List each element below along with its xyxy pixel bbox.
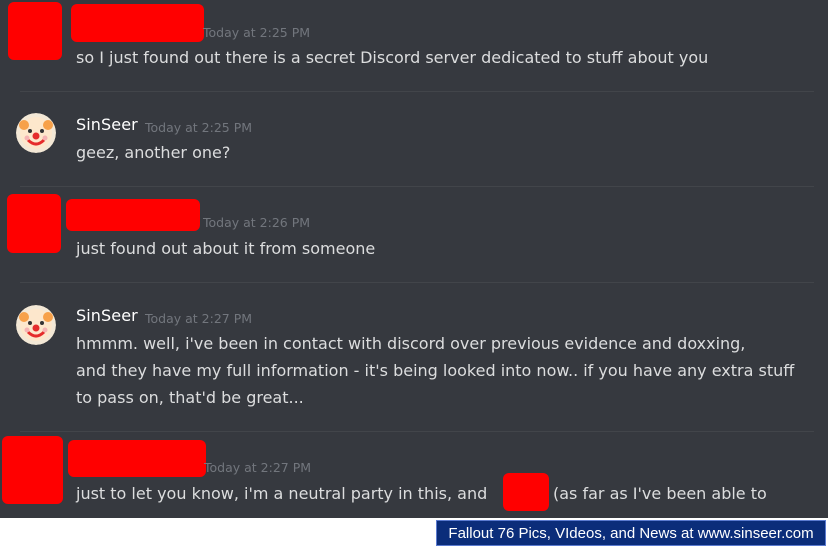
- redacted-username[interactable]: [68, 440, 206, 477]
- message-text: to pass on, that'd be great...: [76, 388, 304, 407]
- redacted-username[interactable]: [71, 4, 204, 42]
- avatar[interactable]: [16, 305, 56, 345]
- redacted-avatar[interactable]: [7, 194, 61, 253]
- message-text: just to let you know, i'm a neutral part…: [76, 484, 488, 503]
- author-name[interactable]: SinSeer: [76, 115, 138, 134]
- message-timestamp: Today at 2:25 PM: [145, 120, 253, 135]
- message: SinSeer Today at 2:27 PM hmmm. well, i'v…: [0, 283, 828, 431]
- message-text: (as far as I've been able to: [553, 484, 767, 503]
- redacted-username[interactable]: [66, 199, 200, 231]
- message: Today at 2:25 PM so I just found out the…: [0, 0, 828, 90]
- message-text: and they have my full information - it's…: [76, 361, 795, 380]
- message: SinSeer Today at 2:25 PM geez, another o…: [0, 92, 828, 186]
- clown-face-icon: [16, 113, 56, 153]
- chat-log: Today at 2:25 PM so I just found out the…: [0, 0, 828, 518]
- clown-face-icon: [16, 305, 56, 345]
- message-text: geez, another one?: [76, 143, 231, 162]
- message-timestamp: Today at 2:27 PM: [145, 311, 253, 326]
- message-timestamp: Today at 2:25 PM: [203, 25, 311, 40]
- message-timestamp: Today at 2:26 PM: [203, 215, 311, 230]
- redacted-name-inline: [503, 473, 549, 511]
- message-text: just found out about it from someone: [76, 239, 376, 258]
- avatar[interactable]: [16, 113, 56, 153]
- site-banner[interactable]: Fallout 76 Pics, VIdeos, and News at www…: [436, 520, 826, 546]
- message-text: hmmm. well, i've been in contact with di…: [76, 334, 746, 353]
- redacted-avatar[interactable]: [8, 2, 62, 60]
- redacted-avatar[interactable]: [2, 436, 63, 504]
- message-text: so I just found out there is a secret Di…: [76, 48, 709, 67]
- message: Today at 2:27 PM just to let you know, i…: [0, 432, 828, 518]
- author-name[interactable]: SinSeer: [76, 306, 138, 325]
- message-timestamp: Today at 2:27 PM: [204, 460, 312, 475]
- message: Today at 2:26 PM just found out about it…: [0, 187, 828, 281]
